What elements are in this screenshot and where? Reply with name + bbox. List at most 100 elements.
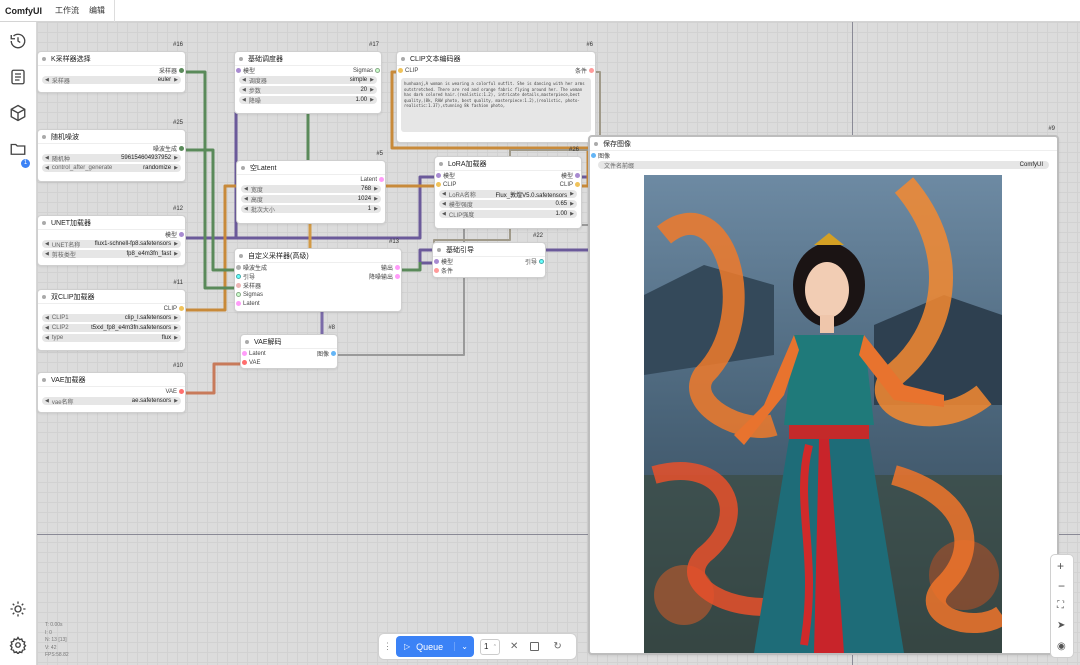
port-dot[interactable]: [379, 177, 384, 182]
node-basic-scheduler[interactable]: #17 基础调度器 模型 Sigmas ◀ 调度器 simple ▶ ◀ 步数 20 ▶ ◀…: [234, 42, 382, 114]
output-port-output[interactable]: 输出: [381, 263, 401, 272]
port-dot[interactable]: [236, 68, 241, 73]
input-port-conditioning[interactable]: 条件: [433, 266, 545, 275]
drag-handle-icon[interactable]: ⋮: [379, 641, 396, 652]
input-port-sampler[interactable]: 采样器: [235, 281, 401, 290]
widget-batch-size[interactable]: ◀ 批次大小 1 ▶: [241, 205, 381, 214]
port-dot[interactable]: [395, 265, 400, 270]
port-dot[interactable]: [236, 292, 241, 297]
node-title[interactable]: 随机噪波: [38, 130, 185, 144]
output-port[interactable]: Latent: [237, 175, 385, 184]
workflow-folder-icon[interactable]: [9, 140, 27, 158]
widget-denoise[interactable]: ◀ 降噪 1.00 ▶: [239, 96, 377, 105]
port-dot[interactable]: [236, 274, 241, 279]
arrow-right-icon[interactable]: ▶: [570, 201, 574, 207]
node-title[interactable]: 基础引导: [433, 243, 545, 257]
collapse-dot-icon[interactable]: [42, 56, 46, 61]
node-title[interactable]: 空Latent: [237, 161, 385, 175]
collapse-dot-icon[interactable]: [245, 339, 249, 344]
output-port-clip[interactable]: CLIP: [560, 180, 581, 189]
arrow-right-icon[interactable]: ▶: [174, 325, 178, 331]
node-title[interactable]: 自定义采样器(高级): [235, 249, 401, 263]
node-title[interactable]: 双CLIP加载器: [38, 290, 185, 304]
queue-button[interactable]: ▷ Queue ⌄: [396, 636, 474, 657]
node-title[interactable]: VAE解码: [241, 335, 337, 349]
widget-strength-clip[interactable]: ◀ CLIP强度 1.00 ▶: [439, 210, 577, 219]
widget-vae-name[interactable]: ◀ vae名称 ae.safetensors ▶: [42, 397, 181, 406]
port-dot[interactable]: [398, 68, 403, 73]
node-title[interactable]: CLIP文本编码器: [397, 52, 595, 66]
toggle-links-eye-icon[interactable]: ◉: [1057, 641, 1066, 652]
node-basic-guider[interactable]: #22 基础引导 模型 条件 引导: [432, 233, 546, 278]
widget-clip1[interactable]: ◀ CLIP1 clip_l.safetensors ▶: [42, 314, 181, 322]
node-empty-latent[interactable]: #5 空Latent Latent ◀ 宽度 768 ▶ ◀ 高度 1024 ▶ ◀ 批次大小…: [236, 151, 386, 224]
zoom-in-icon[interactable]: +: [1057, 559, 1064, 573]
output-port[interactable]: 噪波生成: [38, 144, 185, 153]
port-dot[interactable]: [434, 259, 439, 264]
port-dot[interactable]: [575, 173, 580, 178]
input-port-model[interactable]: 模型: [435, 171, 581, 180]
port-dot[interactable]: [434, 268, 439, 273]
stepper-icon[interactable]: ⌃: [493, 644, 499, 650]
widget-strength-model[interactable]: ◀ 模型强度 0.65 ▶: [439, 200, 577, 209]
output-port[interactable]: 模型: [38, 230, 185, 239]
port-dot[interactable]: [242, 351, 247, 356]
node-vae-loader[interactable]: #10 VAE加载器 VAE ◀ vae名称 ae.safetensors ▶: [37, 363, 186, 413]
arrow-right-icon[interactable]: ▶: [174, 155, 178, 161]
arrow-right-icon[interactable]: ▶: [174, 315, 178, 321]
port-dot[interactable]: [539, 259, 544, 264]
widget-steps[interactable]: ◀ 步数 20 ▶: [239, 86, 377, 95]
output-port-model[interactable]: 模型: [561, 171, 581, 180]
node-title[interactable]: UNET加载器: [38, 216, 185, 230]
node-dual-clip-loader[interactable]: #11 双CLIP加载器 CLIP ◀ CLIP1 clip_l.safetenso…: [37, 280, 186, 351]
collapse-dot-icon[interactable]: [42, 294, 46, 299]
model-library-icon[interactable]: [9, 104, 27, 122]
arrow-right-icon[interactable]: ▶: [374, 206, 378, 212]
queue-dropdown-chevron-icon[interactable]: ⌄: [454, 642, 474, 651]
cancel-x-icon[interactable]: ✕: [510, 641, 518, 652]
collapse-dot-icon[interactable]: [437, 247, 441, 252]
port-dot[interactable]: [591, 153, 596, 158]
node-clip-text-encode[interactable]: #6 CLIP文本编码器 CLIP 条件 hunhuanj,A woman is…: [396, 42, 596, 143]
port-dot[interactable]: [331, 351, 336, 356]
input-port-vae[interactable]: VAE: [241, 358, 337, 367]
port-dot[interactable]: [575, 182, 580, 187]
arrow-right-icon[interactable]: ▶: [370, 97, 374, 103]
port-dot[interactable]: [375, 68, 380, 73]
collapse-dot-icon[interactable]: [42, 220, 46, 225]
arrow-right-icon[interactable]: ▶: [174, 77, 178, 83]
collapse-dot-icon[interactable]: [239, 253, 243, 258]
arrow-right-icon[interactable]: ▶: [370, 77, 374, 83]
output-port-denoised[interactable]: 降噪输出: [369, 272, 401, 281]
port-dot[interactable]: [395, 274, 400, 279]
node-title[interactable]: VAE加载器: [38, 373, 185, 387]
input-port-sigmas[interactable]: Sigmas: [235, 290, 401, 299]
queue-list-icon[interactable]: [9, 68, 27, 86]
theme-toggle-icon[interactable]: [9, 600, 27, 618]
arrow-right-icon[interactable]: ▶: [570, 191, 574, 197]
zoom-out-icon[interactable]: −: [1058, 579, 1065, 593]
collapse-dot-icon[interactable]: [241, 165, 245, 170]
collapse-dot-icon[interactable]: [401, 56, 405, 61]
menu-workflow[interactable]: 工作流: [50, 5, 84, 16]
output-port-guider[interactable]: 引导: [525, 257, 545, 266]
arrow-right-icon[interactable]: ▶: [174, 251, 178, 257]
node-random-noise[interactable]: #25 随机噪波 噪波生成 ◀ 随机种 596154604937952 ▶ ◀ cont…: [37, 120, 186, 182]
arrow-right-icon[interactable]: ▶: [174, 398, 178, 404]
arrow-right-icon[interactable]: ▶: [174, 165, 178, 171]
node-title[interactable]: 保存图像: [590, 137, 1057, 151]
port-dot[interactable]: [589, 68, 594, 73]
input-port-image[interactable]: 图像: [590, 151, 1057, 160]
port-dot[interactable]: [436, 182, 441, 187]
output-port[interactable]: 采样器: [38, 66, 185, 75]
node-title[interactable]: LoRA加载器: [435, 157, 581, 171]
port-dot[interactable]: [179, 232, 184, 237]
collapse-dot-icon[interactable]: [594, 141, 598, 146]
collapse-dot-icon[interactable]: [42, 134, 46, 139]
node-vae-decode[interactable]: #8 VAE解码 Latent VAE 图像: [240, 325, 338, 369]
node-lora-loader[interactable]: #26 LoRA加载器 模型 CLIP 模型 CLIP ◀ LoRA名称 Flux_…: [434, 147, 582, 229]
widget-unet-name[interactable]: ◀ UNET名称 flux1-schnell-fp8.safetensors ▶: [42, 240, 181, 249]
widget-lora-name[interactable]: ◀ LoRA名称 Flux_敦煌V5.0.safetensors ▶: [439, 190, 577, 199]
arrow-right-icon[interactable]: ▶: [370, 87, 374, 93]
widget-width[interactable]: ◀ 宽度 768 ▶: [241, 185, 381, 194]
